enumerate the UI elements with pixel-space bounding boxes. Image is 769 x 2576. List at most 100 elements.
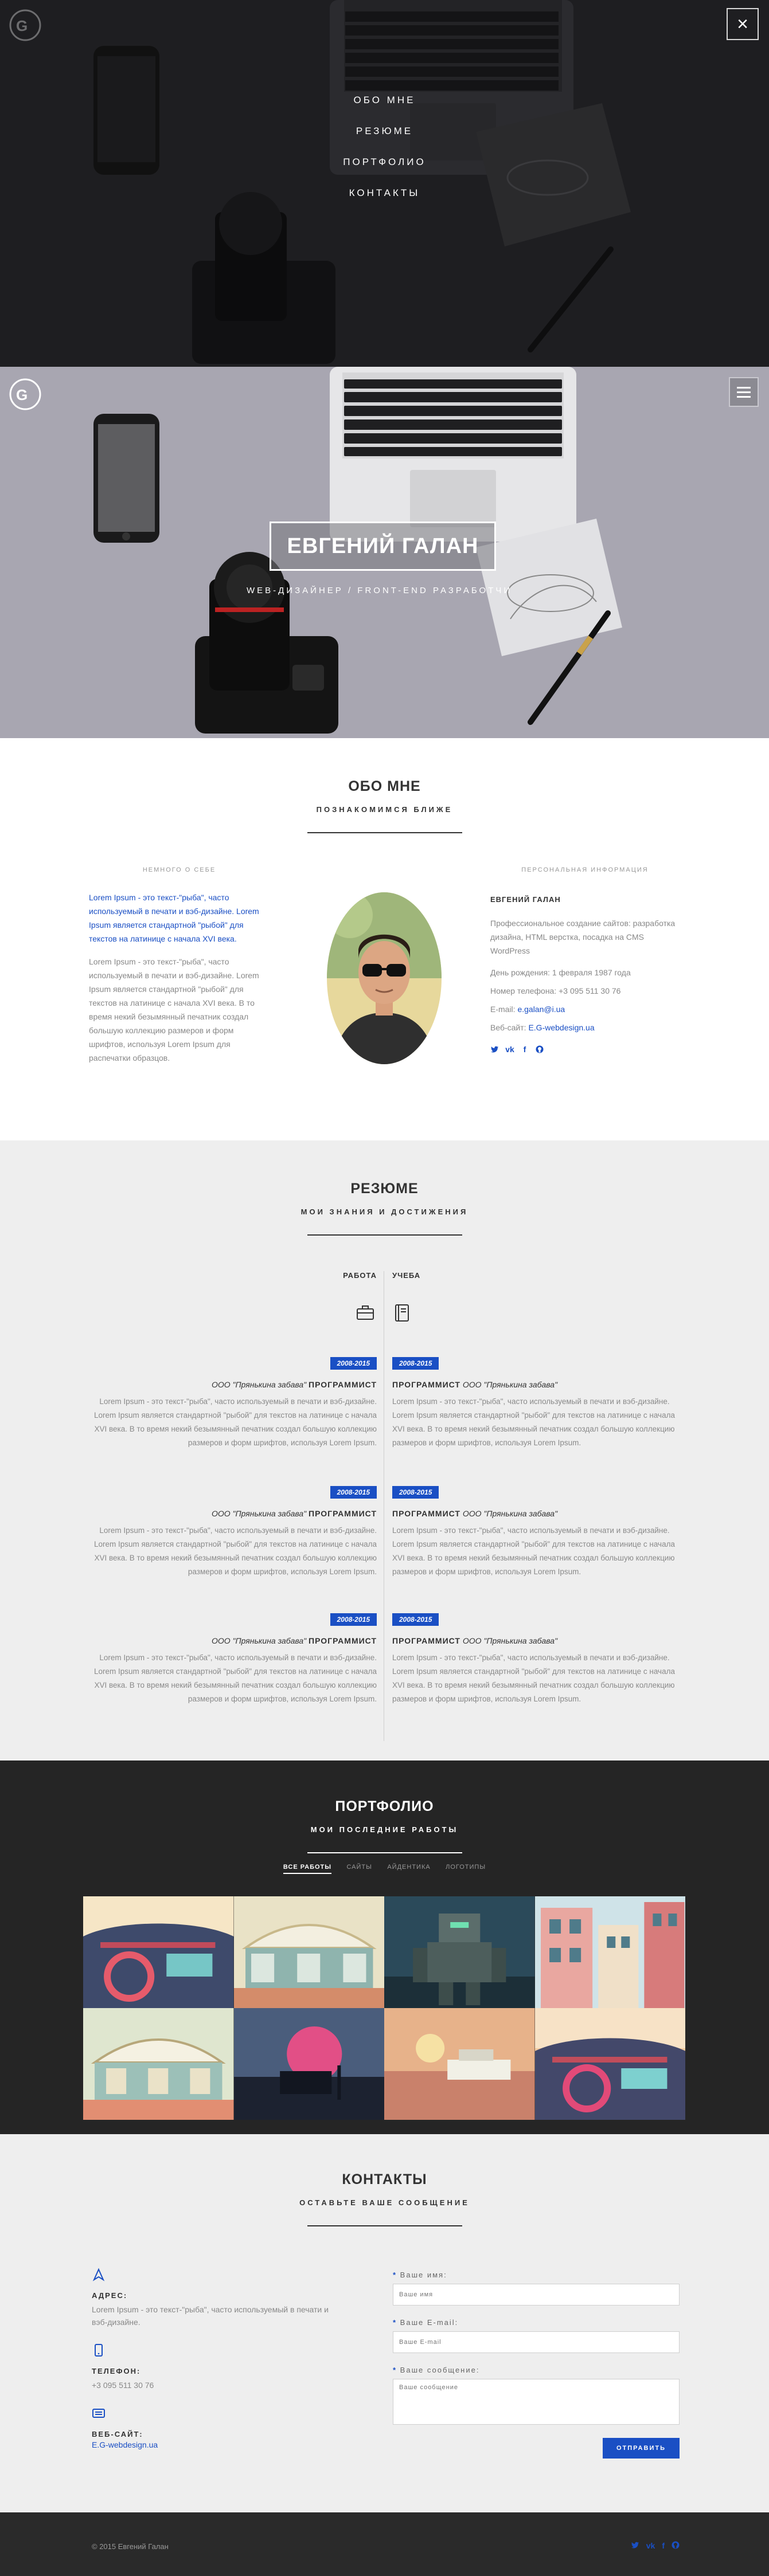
portfolio-item-desert-house[interactable] xyxy=(384,2008,535,2120)
role-name: ПРОГРАММИСТ xyxy=(392,1636,460,1645)
github-icon[interactable] xyxy=(672,2541,680,2551)
phone-text: Номер телефона: +3 095 511 30 76 xyxy=(490,986,621,995)
phone-label: ТЕЛЕФОН: xyxy=(92,2367,141,2375)
site-link[interactable]: E.G-webdesign.ua xyxy=(528,1023,594,1032)
github-icon[interactable] xyxy=(535,1045,544,1054)
entry-description: Lorem Ipsum - это текст-"рыба", часто ис… xyxy=(392,1526,675,1576)
email-field-label: * Ваше E-mail: xyxy=(393,2318,459,2327)
company-name: ООО "Прянькина забава" xyxy=(462,1509,558,1518)
about-columns: НЕМНОГО О СЕБЕ Lorem Ipsum - это текст-"… xyxy=(89,866,680,1096)
nav-item-resume[interactable]: РЕЗЮМЕ xyxy=(0,116,769,147)
nav-item-contacts[interactable]: КОНТАКТЫ xyxy=(0,178,769,209)
portfolio-item-houses[interactable] xyxy=(534,1896,685,2008)
message-field-label: * Ваше сообщение: xyxy=(393,2366,480,2374)
name-field-label: * Ваше имя: xyxy=(393,2271,447,2279)
divider xyxy=(307,1234,462,1236)
email-link[interactable]: e.galan@i.ua xyxy=(517,1005,565,1014)
map-icon xyxy=(92,2268,105,2281)
vk-icon[interactable]: vk xyxy=(646,2541,655,2551)
message-label-text: Ваше сообщение: xyxy=(400,2366,480,2374)
portfolio-item-car-dashboard-alt[interactable] xyxy=(534,2008,685,2120)
entry-description: Lorem Ipsum - это текст-"рыба", часто ис… xyxy=(392,1397,675,1447)
entry-description: Lorem Ipsum - это текст-"рыба", часто ис… xyxy=(94,1526,377,1576)
vk-icon[interactable]: vk xyxy=(505,1045,514,1054)
about-title: ОБО МНЕ xyxy=(348,778,421,794)
role-name: ПРОГРАММИСТ xyxy=(392,1380,460,1389)
briefcase-icon xyxy=(357,1305,374,1320)
copyright: © 2015 Евгений Галан xyxy=(92,2542,169,2551)
about-me-column: НЕМНОГО О СЕБЕ Lorem Ipsum - это текст-"… xyxy=(89,866,270,1065)
resume-subtitle: МОИ ЗНАНИЯ И ДОСТИЖЕНИЯ xyxy=(300,1207,469,1216)
svg-text:G: G xyxy=(16,386,28,403)
nav-link-portfolio[interactable]: ПОРТФОЛИО xyxy=(343,156,426,168)
send-button[interactable]: ОТПРАВИТЬ xyxy=(603,2438,680,2459)
social-links: vk f xyxy=(490,1045,680,1054)
role-name: ПРОГРАММИСТ xyxy=(392,1509,460,1518)
role-name: ПРОГРАММИСТ xyxy=(309,1509,377,1518)
nav-item-about[interactable]: ОБО МНЕ xyxy=(0,85,769,116)
portfolio-item-station-alt[interactable] xyxy=(83,2008,234,2120)
nav-link-resume[interactable]: РЕЗЮМЕ xyxy=(356,126,413,137)
hero-title: ЕВГЕНИЙ ГАЛАН xyxy=(270,522,496,571)
hero-section: G ЕВГЕНИЙ ГАЛАН WEB-ДИЗАЙНЕР / FRONT-END… xyxy=(0,367,769,738)
svg-text:G: G xyxy=(16,17,28,34)
twitter-icon[interactable] xyxy=(631,2541,639,2551)
divider xyxy=(307,2225,462,2226)
company-name: ООО "Прянькина забава" xyxy=(211,1509,307,1518)
entry-title: ПРОГРАММИСТ ООО "Прянькина забава" xyxy=(392,1509,679,1518)
email-row: E-mail: e.galan@i.ua xyxy=(490,1002,680,1016)
company-name: ООО "Прянькина забава" xyxy=(462,1636,558,1645)
contacts-subtitle: ОСТАВЬТЕ ВАШЕ СООБЩЕНИЕ xyxy=(299,2198,470,2207)
filter-all[interactable]: ВСЕ РАБОТЫ xyxy=(283,1864,332,1874)
website-label: ВЕБ-САЙТ: xyxy=(92,2430,143,2438)
entry-title: ПРОГРАММИСТ ООО "Прянькина забава" xyxy=(392,1380,679,1389)
logo-icon[interactable]: G xyxy=(8,377,42,414)
portfolio-item-robot[interactable] xyxy=(384,1896,535,2008)
period-badge: 2008-2015 xyxy=(392,1613,439,1626)
filter-identity[interactable]: АЙДЕНТИКА xyxy=(387,1864,430,1871)
facebook-icon[interactable]: f xyxy=(662,2541,665,2551)
role-name: ПРОГРАММИСТ xyxy=(309,1380,377,1389)
resume-heading: РЕЗЮМЕ МОИ ЗНАНИЯ И ДОСТИЖЕНИЯ xyxy=(0,1181,769,1236)
facebook-icon[interactable]: f xyxy=(520,1045,529,1054)
logo-icon[interactable]: G xyxy=(8,8,42,45)
study-entry: 2008-2015 ПРОГРАММИСТ ООО "Прянькина заб… xyxy=(392,1486,679,1579)
nav-item-portfolio[interactable]: ПОРТФОЛИО xyxy=(0,147,769,178)
email-label: E-mail: xyxy=(490,1005,518,1014)
entry-title: ПРОГРАММИСТ ООО "Прянькина забава" xyxy=(392,1636,679,1645)
nav-link-about[interactable]: ОБО МНЕ xyxy=(354,95,416,106)
overlay-menu-screen: G × ОБО МНЕ РЕЗЮМЕ ПОРТФОЛИО КОНТАКТЫ xyxy=(0,0,769,367)
filter-logos[interactable]: ЛОГОТИПЫ xyxy=(446,1864,486,1871)
menu-button[interactable] xyxy=(729,377,759,407)
keyboard-icon xyxy=(92,2409,105,2418)
website-link[interactable]: E.G-webdesign.ua xyxy=(92,2440,158,2449)
divider xyxy=(307,1852,462,1853)
portfolio-item-car-dashboard[interactable] xyxy=(83,1896,234,2008)
email-label-text: Ваше E-mail: xyxy=(400,2318,459,2327)
entry-title: ООО "Прянькина забава" ПРОГРАММИСТ xyxy=(90,1636,377,1645)
name-field[interactable] xyxy=(393,2284,680,2306)
work-entry: 2008-2015 ООО "Прянькина забава" ПРОГРАМ… xyxy=(90,1486,377,1579)
close-menu-button[interactable]: × xyxy=(727,8,759,40)
email-field[interactable] xyxy=(393,2331,680,2353)
portfolio-item-station[interactable] xyxy=(233,1896,384,2008)
company-name: ООО "Прянькина забава" xyxy=(211,1380,307,1389)
divider xyxy=(307,832,462,833)
work-entry: 2008-2015 ООО "Прянькина забава" ПРОГРАМ… xyxy=(90,1613,377,1706)
filter-sites[interactable]: САЙТЫ xyxy=(346,1864,372,1871)
about-body-text: Lorem Ipsum - это текст-"рыба", часто ис… xyxy=(89,957,259,1062)
company-name: ООО "Прянькина забава" xyxy=(462,1380,558,1389)
personal-info-label: ПЕРСОНАЛЬНАЯ ИНФОРМАЦИЯ xyxy=(521,866,649,873)
portfolio-item-sunset[interactable] xyxy=(233,2008,384,2120)
footer-social-links: vk f xyxy=(631,2541,680,2551)
nav-link-contacts[interactable]: КОНТАКТЫ xyxy=(349,187,420,199)
about-section: ОБО МНЕ ПОЗНАКОМИМСЯ БЛИЖЕ НЕМНОГО О СЕБ… xyxy=(0,738,769,1140)
message-field[interactable] xyxy=(393,2379,680,2425)
profession-text: Профессиональное создание сайтов: разраб… xyxy=(490,919,676,955)
about-subtitle: ПОЗНАКОМИМСЯ БЛИЖЕ xyxy=(316,805,453,814)
period-badge: 2008-2015 xyxy=(392,1357,439,1370)
about-me-label: НЕМНОГО О СЕБЕ xyxy=(142,866,216,873)
period-badge: 2008-2015 xyxy=(392,1486,439,1499)
address-text: Lorem Ipsum - это текст-"рыба", часто ис… xyxy=(92,2305,329,2327)
twitter-icon[interactable] xyxy=(490,1045,499,1054)
